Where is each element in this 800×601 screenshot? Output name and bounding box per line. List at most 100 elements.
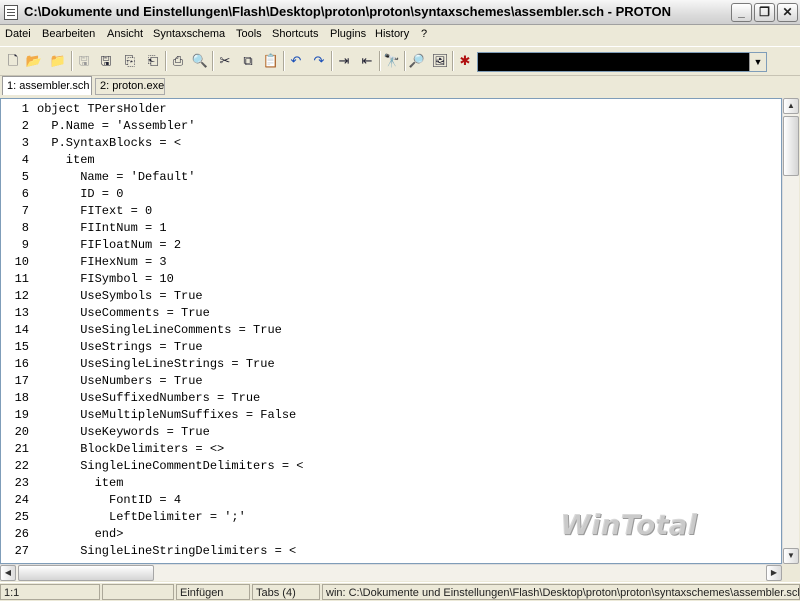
toolbar-separator (404, 51, 406, 71)
print-icon[interactable]: ⎙ (169, 52, 187, 70)
save-as-icon[interactable]: ⎗ (144, 52, 162, 70)
line-number: 11 (14, 272, 29, 286)
line-number: 10 (14, 255, 29, 269)
wintotal-watermark: WinTotal (560, 508, 698, 541)
app-icon[interactable] (4, 5, 18, 20)
line-number: 21 (14, 442, 29, 456)
vertical-scroll-thumb[interactable] (783, 116, 799, 176)
indent-icon[interactable]: ⇥ (335, 52, 353, 70)
save-all-icon[interactable]: ⎘ (121, 52, 139, 70)
maximize-button[interactable]: ❐ (754, 3, 775, 22)
plugin-icon[interactable]: ✱ (456, 52, 474, 70)
code-line[interactable]: FISymbol = 10 (37, 271, 174, 288)
code-line[interactable]: SingleLineStringDelimiters = < (37, 543, 296, 560)
redo-icon[interactable]: ↷ (310, 52, 328, 70)
code-line[interactable]: FIHexNum = 3 (37, 254, 166, 271)
code-line[interactable]: UseSingleLineComments = True (37, 322, 282, 339)
toolbar-combobox[interactable]: ▼ (477, 52, 767, 72)
find-icon[interactable]: 🔭 (383, 52, 401, 70)
toolbar-separator (212, 51, 214, 71)
code-line[interactable]: P.Name = 'Assembler' (37, 118, 195, 135)
menu-bar: Datei Bearbeiten Ansicht Syntaxschema To… (0, 25, 800, 45)
line-number: 19 (14, 408, 29, 422)
code-line[interactable]: FIIntNum = 1 (37, 220, 166, 237)
code-line[interactable]: LeftDelimiter = ';' (37, 509, 246, 526)
line-number: 8 (21, 221, 29, 235)
code-line[interactable]: item (37, 475, 124, 492)
code-line[interactable]: end> (37, 526, 124, 543)
code-line[interactable]: FontID = 4 (37, 492, 181, 509)
line-number: 5 (21, 170, 29, 184)
paste-icon[interactable]: 📋 (262, 52, 280, 70)
tab-assembler-sch[interactable]: 1: assembler.sch (2, 76, 92, 95)
open-recent-icon[interactable]: 📁 (49, 52, 67, 70)
code-line[interactable]: SingleLineCommentDelimiters = < (37, 458, 303, 475)
close-button[interactable]: ✕ (777, 3, 798, 22)
code-line[interactable]: UseNumbers = True (37, 373, 202, 390)
open-folder-icon[interactable]: 📂 (25, 52, 43, 70)
scroll-left-icon[interactable]: ◀ (0, 565, 16, 581)
line-number: 13 (14, 306, 29, 320)
copy-icon[interactable]: ⧉ (239, 52, 257, 70)
code-line[interactable]: ID = 0 (37, 186, 123, 203)
menu-bearbeiten[interactable]: Bearbeiten (42, 28, 95, 40)
toolbar-separator (379, 51, 381, 71)
menu-shortcuts[interactable]: Shortcuts (272, 28, 318, 40)
code-line[interactable]: item (37, 152, 95, 169)
line-number: 26 (14, 527, 29, 541)
scroll-down-icon[interactable]: ▼ (783, 548, 799, 564)
print-preview-icon[interactable]: 🔍 (191, 52, 209, 70)
minimize-button[interactable]: _ (731, 3, 752, 22)
code-line[interactable]: UseComments = True (37, 305, 210, 322)
scrollbar-corner (782, 564, 800, 581)
status-insert-mode: Einfügen (176, 584, 250, 600)
line-number: 20 (14, 425, 29, 439)
new-file-icon[interactable]: 🗋 (4, 52, 22, 70)
menu-tools[interactable]: Tools (236, 28, 262, 40)
tab-proton-exe[interactable]: 2: proton.exe (95, 78, 165, 95)
toolbar-separator (71, 51, 73, 71)
menu-help[interactable]: ? (421, 28, 427, 40)
scroll-right-icon[interactable]: ▶ (766, 565, 782, 581)
code-line[interactable]: UseMultipleNumSuffixes = False (37, 407, 296, 424)
scroll-up-icon[interactable]: ▲ (783, 98, 799, 114)
vertical-scrollbar[interactable]: ▲ ▼ (782, 98, 799, 564)
code-line[interactable]: UseSuffixedNumbers = True (37, 390, 260, 407)
save-icon[interactable]: 🖫 (97, 52, 115, 70)
line-number: 22 (14, 459, 29, 473)
chevron-down-icon[interactable]: ▼ (749, 53, 766, 71)
line-number: 12 (14, 289, 29, 303)
menu-history[interactable]: History (375, 28, 409, 40)
code-line[interactable]: UseSymbols = True (37, 288, 202, 305)
menu-plugins[interactable]: Plugins (330, 28, 366, 40)
code-line[interactable]: UseStrings = True (37, 339, 202, 356)
code-line[interactable]: P.SyntaxBlocks = < (37, 135, 181, 152)
code-line[interactable]: Name = 'Default' (37, 169, 195, 186)
code-line[interactable]: UseSingleLineStrings = True (37, 356, 274, 373)
save-disabled-icon[interactable]: 🖫 (75, 52, 93, 70)
code-editor[interactable]: 1 object TPersHolder 2 P.Name = 'Assembler… (0, 98, 782, 564)
code-line[interactable]: object TPersHolder (37, 101, 167, 118)
toolbar: 🗋 📂 📁 🖫 🖫 ⎘ ⎗ ⎙ 🔍 ✂ ⧉ 📋 ↶ ↷ ⇥ ⇤ 🔭 🔎 🖼 ✱ … (0, 46, 800, 76)
horizontal-scrollbar[interactable]: ◀ ▶ (0, 564, 782, 581)
toolbar-separator (331, 51, 333, 71)
outdent-icon[interactable]: ⇤ (358, 52, 376, 70)
status-cursor-position: 1:1 (0, 584, 100, 600)
line-number: 1 (21, 102, 29, 116)
image-icon[interactable]: 🖼 (431, 52, 449, 70)
line-number: 27 (14, 544, 29, 558)
menu-ansicht[interactable]: Ansicht (107, 28, 143, 40)
code-line[interactable]: FIText = 0 (37, 203, 152, 220)
status-bar: 1:1 Einfügen Tabs (4) win: C:\Dokumente … (0, 582, 800, 601)
cut-icon[interactable]: ✂ (216, 52, 234, 70)
find-in-files-icon[interactable]: 🔎 (408, 52, 426, 70)
code-line[interactable]: FIFloatNum = 2 (37, 237, 181, 254)
menu-syntaxschema[interactable]: Syntaxschema (153, 28, 225, 40)
undo-icon[interactable]: ↶ (287, 52, 305, 70)
line-number: 15 (14, 340, 29, 354)
code-line[interactable]: UseKeywords = True (37, 424, 210, 441)
code-line[interactable]: BlockDelimiters = <> (37, 441, 224, 458)
menu-datei[interactable]: Datei (5, 28, 31, 40)
horizontal-scroll-thumb[interactable] (18, 565, 154, 581)
line-number: 18 (14, 391, 29, 405)
